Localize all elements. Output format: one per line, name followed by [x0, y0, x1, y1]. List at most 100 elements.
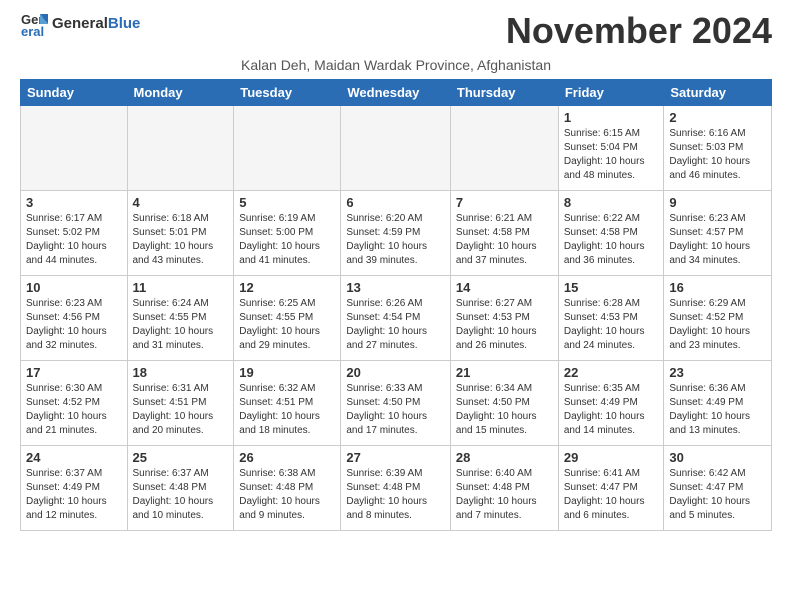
day-number: 10 — [26, 280, 122, 295]
day-info: Sunrise: 6:37 AM Sunset: 4:49 PM Dayligh… — [26, 467, 122, 523]
day-number: 22 — [564, 365, 659, 380]
day-number: 19 — [239, 365, 335, 380]
logo-blue: Blue — [108, 15, 141, 32]
day-number: 13 — [346, 280, 445, 295]
logo: Gen eral GeneralBlue — [20, 10, 140, 38]
day-info: Sunrise: 6:22 AM Sunset: 4:58 PM Dayligh… — [564, 212, 659, 268]
day-number: 2 — [669, 110, 766, 125]
day-number: 24 — [26, 450, 122, 465]
day-info: Sunrise: 6:28 AM Sunset: 4:53 PM Dayligh… — [564, 297, 659, 353]
day-number: 25 — [133, 450, 229, 465]
calendar-cell — [127, 106, 234, 191]
day-number: 4 — [133, 195, 229, 210]
day-info: Sunrise: 6:21 AM Sunset: 4:58 PM Dayligh… — [456, 212, 553, 268]
day-info: Sunrise: 6:16 AM Sunset: 5:03 PM Dayligh… — [669, 127, 766, 183]
day-number: 18 — [133, 365, 229, 380]
weekday-header-sunday: Sunday — [21, 80, 128, 106]
week-row-4: 17 Sunrise: 6:30 AM Sunset: 4:52 PM Dayli… — [21, 361, 772, 446]
day-info: Sunrise: 6:26 AM Sunset: 4:54 PM Dayligh… — [346, 297, 445, 353]
day-number: 14 — [456, 280, 553, 295]
calendar-cell: 23Sunrise: 6:36 AM Sunset: 4:49 PM Dayli… — [664, 361, 772, 446]
header: Gen eral GeneralBlue November 2024 — [0, 0, 792, 57]
calendar-cell: 6 Sunrise: 6:20 AM Sunset: 4:59 PM Daylig… — [341, 191, 451, 276]
day-info: Sunrise: 6:20 AM Sunset: 4:59 PM Dayligh… — [346, 212, 445, 268]
weekday-header-saturday: Saturday — [664, 80, 772, 106]
calendar-wrapper: SundayMondayTuesdayWednesdayThursdayFrid… — [0, 79, 792, 541]
day-number: 16 — [669, 280, 766, 295]
day-info: Sunrise: 6:39 AM Sunset: 4:48 PM Dayligh… — [346, 467, 445, 523]
calendar-cell: 28 Sunrise: 6:40 AM Sunset: 4:48 PM Dayli… — [450, 446, 558, 531]
weekday-header-tuesday: Tuesday — [234, 80, 341, 106]
day-number: 17 — [26, 365, 122, 380]
calendar-cell: 20 Sunrise: 6:33 AM Sunset: 4:50 PM Dayli… — [341, 361, 451, 446]
calendar-cell: 3Sunrise: 6:17 AM Sunset: 5:02 PM Daylig… — [21, 191, 128, 276]
day-info: Sunrise: 6:23 AM Sunset: 4:56 PM Dayligh… — [26, 297, 122, 353]
day-number: 28 — [456, 450, 553, 465]
day-info: Sunrise: 6:33 AM Sunset: 4:50 PM Dayligh… — [346, 382, 445, 438]
calendar-cell — [21, 106, 128, 191]
calendar-cell — [341, 106, 451, 191]
day-info: Sunrise: 6:17 AM Sunset: 5:02 PM Dayligh… — [26, 212, 122, 268]
day-info: Sunrise: 6:41 AM Sunset: 4:47 PM Dayligh… — [564, 467, 659, 523]
calendar-cell: 5 Sunrise: 6:19 AM Sunset: 5:00 PM Daylig… — [234, 191, 341, 276]
calendar-cell: 12 Sunrise: 6:25 AM Sunset: 4:55 PM Dayli… — [234, 276, 341, 361]
day-number: 11 — [133, 280, 229, 295]
day-info: Sunrise: 6:38 AM Sunset: 4:48 PM Dayligh… — [239, 467, 335, 523]
weekday-row: SundayMondayTuesdayWednesdayThursdayFrid… — [21, 80, 772, 106]
day-info: Sunrise: 6:30 AM Sunset: 4:52 PM Dayligh… — [26, 382, 122, 438]
calendar-cell: 27 Sunrise: 6:39 AM Sunset: 4:48 PM Dayli… — [341, 446, 451, 531]
calendar-cell: 29 Sunrise: 6:41 AM Sunset: 4:47 PM Dayli… — [558, 446, 664, 531]
day-info: Sunrise: 6:29 AM Sunset: 4:52 PM Dayligh… — [669, 297, 766, 353]
day-info: Sunrise: 6:32 AM Sunset: 4:51 PM Dayligh… — [239, 382, 335, 438]
calendar-cell: 11 Sunrise: 6:24 AM Sunset: 4:55 PM Dayli… — [127, 276, 234, 361]
week-row-1: 1 Sunrise: 6:15 AM Sunset: 5:04 PM Daylig… — [21, 106, 772, 191]
day-number: 29 — [564, 450, 659, 465]
day-number: 9 — [669, 195, 766, 210]
day-info: Sunrise: 6:24 AM Sunset: 4:55 PM Dayligh… — [133, 297, 229, 353]
calendar-cell: 24 Sunrise: 6:37 AM Sunset: 4:49 PM Dayli… — [21, 446, 128, 531]
day-number: 6 — [346, 195, 445, 210]
calendar-body: 1 Sunrise: 6:15 AM Sunset: 5:04 PM Daylig… — [21, 106, 772, 531]
day-info: Sunrise: 6:34 AM Sunset: 4:50 PM Dayligh… — [456, 382, 553, 438]
day-number: 5 — [239, 195, 335, 210]
title-area: November 2024 — [506, 10, 772, 52]
day-info: Sunrise: 6:25 AM Sunset: 4:55 PM Dayligh… — [239, 297, 335, 353]
logo-text: GeneralBlue — [52, 15, 140, 33]
day-info: Sunrise: 6:42 AM Sunset: 4:47 PM Dayligh… — [669, 467, 766, 523]
day-number: 20 — [346, 365, 445, 380]
day-info: Sunrise: 6:15 AM Sunset: 5:04 PM Dayligh… — [564, 127, 659, 183]
day-info: Sunrise: 6:31 AM Sunset: 4:51 PM Dayligh… — [133, 382, 229, 438]
day-info: Sunrise: 6:18 AM Sunset: 5:01 PM Dayligh… — [133, 212, 229, 268]
day-number: 27 — [346, 450, 445, 465]
weekday-header-wednesday: Wednesday — [341, 80, 451, 106]
week-row-5: 24 Sunrise: 6:37 AM Sunset: 4:49 PM Dayli… — [21, 446, 772, 531]
location: Kalan Deh, Maidan Wardak Province, Afgha… — [0, 57, 792, 79]
day-info: Sunrise: 6:19 AM Sunset: 5:00 PM Dayligh… — [239, 212, 335, 268]
day-info: Sunrise: 6:36 AM Sunset: 4:49 PM Dayligh… — [669, 382, 766, 438]
calendar-cell: 22Sunrise: 6:35 AM Sunset: 4:49 PM Dayli… — [558, 361, 664, 446]
logo-general: General — [52, 15, 108, 32]
calendar-cell — [234, 106, 341, 191]
calendar-cell: 25Sunrise: 6:37 AM Sunset: 4:48 PM Dayli… — [127, 446, 234, 531]
calendar-cell: 13 Sunrise: 6:26 AM Sunset: 4:54 PM Dayli… — [341, 276, 451, 361]
day-number: 12 — [239, 280, 335, 295]
calendar-cell: 4 Sunrise: 6:18 AM Sunset: 5:01 PM Daylig… — [127, 191, 234, 276]
calendar-cell: 1 Sunrise: 6:15 AM Sunset: 5:04 PM Daylig… — [558, 106, 664, 191]
month-title: November 2024 — [506, 10, 772, 52]
page-container: Gen eral GeneralBlue November 2024 Kalan… — [0, 0, 792, 541]
day-info: Sunrise: 6:27 AM Sunset: 4:53 PM Dayligh… — [456, 297, 553, 353]
day-info: Sunrise: 6:23 AM Sunset: 4:57 PM Dayligh… — [669, 212, 766, 268]
week-row-2: 3Sunrise: 6:17 AM Sunset: 5:02 PM Daylig… — [21, 191, 772, 276]
day-info: Sunrise: 6:40 AM Sunset: 4:48 PM Dayligh… — [456, 467, 553, 523]
calendar-header: SundayMondayTuesdayWednesdayThursdayFrid… — [21, 80, 772, 106]
weekday-header-thursday: Thursday — [450, 80, 558, 106]
day-number: 1 — [564, 110, 659, 125]
calendar-cell — [450, 106, 558, 191]
day-number: 15 — [564, 280, 659, 295]
day-number: 7 — [456, 195, 553, 210]
weekday-header-monday: Monday — [127, 80, 234, 106]
day-number: 26 — [239, 450, 335, 465]
calendar-cell: 15 Sunrise: 6:28 AM Sunset: 4:53 PM Dayli… — [558, 276, 664, 361]
calendar-cell: 10 Sunrise: 6:23 AM Sunset: 4:56 PM Dayli… — [21, 276, 128, 361]
calendar-cell: 16 Sunrise: 6:29 AM Sunset: 4:52 PM Dayli… — [664, 276, 772, 361]
